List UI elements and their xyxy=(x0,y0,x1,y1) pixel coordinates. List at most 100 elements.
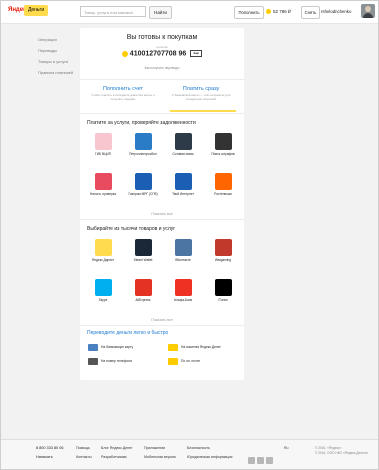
shops-title: Выбирайте из тысячи товаров и услуг xyxy=(87,226,176,232)
copyright: © 2016, «Яндекс» © 2016, ООО НКО «Яндекс… xyxy=(315,446,368,456)
transfer-option[interactable]: По эл. почте xyxy=(168,356,200,366)
support-chat-link[interactable]: Написать xyxy=(36,455,53,459)
coin-icon xyxy=(121,50,128,57)
sidebar-item-transfers[interactable]: Переводы xyxy=(38,45,73,56)
vk-icon xyxy=(174,239,192,256)
services-tile[interactable]: Твой Интернет xyxy=(163,173,203,197)
shops-tile-label: Steam Wallet xyxy=(133,258,153,262)
transfer-option-label: На кошелек Яндекс.Денег xyxy=(181,345,221,349)
language-switch[interactable]: Ru xyxy=(284,446,288,450)
tabs: Пополнить счет Чтобы платить в интернете… xyxy=(80,80,244,114)
shops-tile[interactable]: iTunes xyxy=(203,279,243,303)
services-tile-label: Твой Интернет xyxy=(172,192,194,196)
rostelecom-icon xyxy=(214,173,232,190)
tab-pay-now[interactable]: Платить сразу С банковской карты — или с… xyxy=(166,86,236,102)
search-input[interactable]: Товар, услуга или магазин xyxy=(80,6,146,17)
shops-tile[interactable]: Skype xyxy=(83,279,123,303)
hero-section: Вы готовы к покупкам кошелёк 41001270770… xyxy=(80,28,244,80)
withdraw-button[interactable]: Снять xyxy=(301,6,320,19)
money-badge[interactable]: Деньги xyxy=(24,5,49,16)
shops-show-all[interactable]: Показать все xyxy=(80,315,244,326)
shops-tile-label: iTunes xyxy=(218,298,228,302)
shops-tile-label: Яндекс.Директ xyxy=(92,258,114,262)
sidebar-item-operations[interactable]: Операции xyxy=(38,34,73,45)
alfabank-icon xyxy=(174,279,192,296)
footer-developers-link[interactable]: Разработчикам xyxy=(101,455,127,459)
tab-pay-now-description: С банковской карты — или сохраните для с… xyxy=(171,93,231,101)
shops-tile[interactable]: ВКонтакте xyxy=(163,239,203,263)
services-tile-label: Ростелеком xyxy=(214,192,232,196)
sidebar-item-rules[interactable]: Правила платежей xyxy=(38,67,73,78)
itunes-icon xyxy=(214,279,232,296)
username[interactable]: rshelodnchenko xyxy=(321,6,351,17)
account-number-text: 410012707708 96 xyxy=(129,50,187,58)
services-grid: ГИБ ВЦИП Петроэлектросбыт Сотовая связь Пои… xyxy=(80,129,244,209)
aliexpress-icon xyxy=(134,279,152,296)
shops-tile-label: Wargaming xyxy=(214,258,232,262)
footer-help-link[interactable]: Помощь xyxy=(76,446,90,450)
services-tile-label: Налоги, проверка xyxy=(89,192,117,196)
services-tile[interactable]: ГИБ ВЦИП xyxy=(83,133,123,157)
tab-topup[interactable]: Пополнить счет Чтобы платить в интернете… xyxy=(88,86,158,102)
topup-button[interactable]: Пополнить xyxy=(234,6,264,19)
footer-contacts-link[interactable]: Контакты xyxy=(76,455,92,459)
search-button[interactable]: Найти xyxy=(149,6,172,19)
services-title: Платите за услуги, проверяйте задолженно… xyxy=(87,120,196,126)
active-tab-indicator xyxy=(170,110,236,112)
shops-tile[interactable]: AliExpress xyxy=(123,279,163,303)
twitter-icon[interactable] xyxy=(266,457,273,464)
transfer-option[interactable]: На номер телефона xyxy=(88,356,132,366)
footer-mobile-link[interactable]: Мобильная версия xyxy=(144,455,176,459)
services-tile[interactable]: Поиск штрафов xyxy=(203,133,243,157)
avatar[interactable] xyxy=(361,4,375,18)
shops-tile[interactable]: Steam Wallet xyxy=(123,239,163,263)
shops-tile-label: ВКонтакте xyxy=(175,258,191,262)
services-show-all[interactable]: Показать все xyxy=(80,209,244,220)
services-tile-label: Петроэлектросбыт xyxy=(129,152,157,156)
facebook-icon[interactable] xyxy=(257,457,264,464)
wargaming-icon xyxy=(214,239,232,256)
transfers-grid: На банковскую карту На кошелек Яндекс.Ден… xyxy=(80,340,244,380)
how-to-receive-link[interactable]: Как получить переводы xyxy=(80,66,244,70)
shops-tile[interactable]: Яндекс.Директ xyxy=(83,239,123,263)
services-tile[interactable]: Петроэлектросбыт xyxy=(123,133,163,157)
wallet-icon xyxy=(168,343,178,351)
support-phone[interactable]: 8 800 333 80 06 xyxy=(36,446,63,450)
transfer-option-label: По эл. почте xyxy=(181,359,201,363)
steam-icon xyxy=(134,239,152,256)
balance[interactable]: 52 786 ₽ xyxy=(266,6,298,17)
footer-security-link[interactable]: Безопасность xyxy=(187,446,210,450)
page: Яндекс Деньги Товар, услуга или магазин … xyxy=(0,0,379,470)
services-tile[interactable]: Налоги, проверка xyxy=(83,173,123,197)
account-number: 410012707708 96 Ещё xyxy=(80,50,244,57)
footer-legal-link[interactable]: Юридическая информация xyxy=(187,455,232,459)
skype-icon xyxy=(94,279,112,296)
services-tile-label: Сотовая связь xyxy=(172,152,194,156)
email-icon xyxy=(168,357,178,365)
shops-tile[interactable]: Альфа-Банк xyxy=(163,279,203,303)
gazprom-icon xyxy=(134,173,152,190)
transfers-title: Переводите деньги легко и быстро xyxy=(87,330,169,336)
transfer-option[interactable]: На банковскую карту xyxy=(88,342,133,352)
petroelektrosbyt-icon xyxy=(134,133,152,150)
services-tile[interactable]: Сотовая связь xyxy=(163,133,203,157)
sidebar: Операции Переводы Товары и услуги Правил… xyxy=(38,34,73,78)
services-tile-label: Газпром МРГ (СПб) xyxy=(128,192,158,196)
transfer-option-label: На банковскую карту xyxy=(101,345,134,349)
bank-card-icon xyxy=(88,343,98,351)
services-tile[interactable]: Ростелеком xyxy=(203,173,243,197)
header: Яндекс Деньги Товар, услуга или магазин … xyxy=(1,1,378,24)
social-links xyxy=(248,451,275,469)
sidebar-item-goods[interactable]: Товары и услуги xyxy=(38,56,73,67)
shops-tile-label: Альфа-Банк xyxy=(173,298,193,302)
transfer-option-label: На номер телефона xyxy=(101,359,132,363)
services-tile[interactable]: Газпром МРГ (СПб) xyxy=(123,173,163,197)
footer-apps-link[interactable]: Приложения xyxy=(144,446,165,450)
qr-code-icon[interactable]: Ещё xyxy=(190,50,203,57)
footer-blog-link[interactable]: Блог Яндекс.Денег xyxy=(101,446,133,450)
wallet-caption: кошелёк xyxy=(156,45,168,49)
shops-tile[interactable]: Wargaming xyxy=(203,239,243,263)
vk-icon[interactable] xyxy=(248,457,255,464)
services-tile-label: Поиск штрафов xyxy=(211,152,235,156)
transfer-option[interactable]: На кошелек Яндекс.Денег xyxy=(168,342,221,352)
